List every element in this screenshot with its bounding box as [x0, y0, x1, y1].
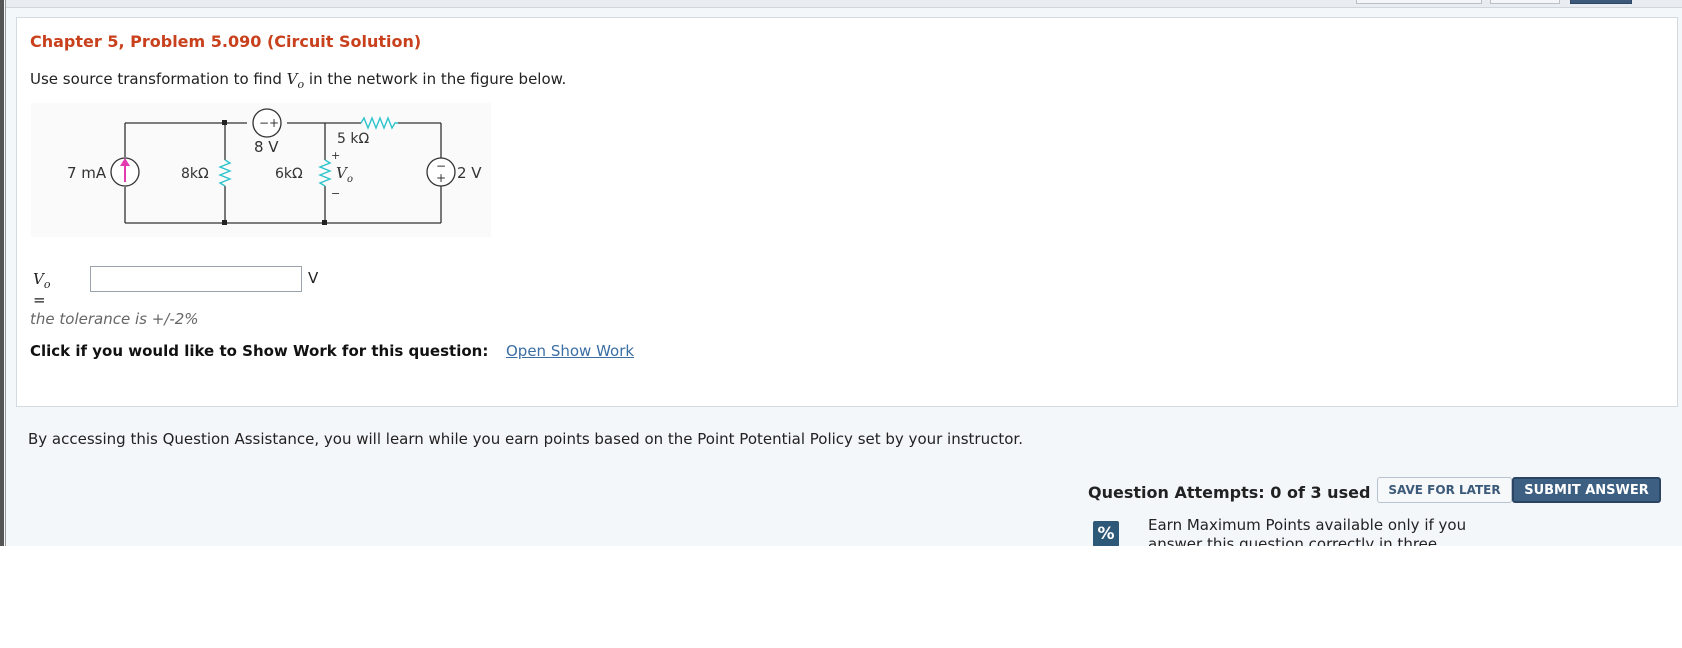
toolbar-control[interactable] [1490, 0, 1560, 4]
svg-text:+: + [436, 171, 446, 185]
open-show-work-link[interactable]: Open Show Work [506, 342, 634, 360]
answer-unit: V [308, 269, 319, 287]
problem-title: Chapter 5, Problem 5.090 (Circuit Soluti… [30, 32, 422, 51]
circuit-figure: − + − + 7 mA 8kΩ 8 V 6kΩ 5 kΩ + V o − 2 … [31, 103, 491, 237]
answer-label-equals: = [33, 291, 46, 309]
circuit-diagram: − + − + 7 mA 8kΩ 8 V 6kΩ 5 kΩ + V o − 2 … [67, 108, 482, 225]
left-rail [0, 0, 4, 546]
percent-icon: % [1093, 521, 1119, 546]
prompt-variable: V [286, 70, 298, 88]
label-vo-plus: + [331, 149, 340, 162]
answer-label-var: V [33, 270, 44, 288]
resistor-6k-symbol [318, 159, 332, 187]
answer-label: Vo = [33, 270, 50, 309]
svg-text:−: − [259, 116, 269, 130]
label-voltage-right: 2 V [457, 164, 482, 182]
label-vo-sub: o [347, 174, 353, 185]
question-panel: Chapter 5, Problem 5.090 (Circuit Soluti… [16, 17, 1678, 407]
label-current-source: 7 mA [67, 164, 107, 182]
prompt-text-end: in the network in the figure below. [304, 70, 567, 88]
label-r1: 8kΩ [181, 166, 209, 182]
resistor-8k-symbol [218, 159, 232, 187]
toolbar-control[interactable] [1356, 0, 1482, 4]
vo-answer-input[interactable] [90, 266, 302, 292]
svg-text:+: + [269, 116, 279, 130]
answer-label-sub: o [43, 278, 51, 291]
submit-answer-button[interactable]: SUBMIT ANSWER [1512, 477, 1661, 503]
resistor-5k-symbol [360, 116, 398, 130]
save-for-later-button[interactable]: SAVE FOR LATER [1377, 477, 1512, 503]
label-r2: 6kΩ [275, 166, 303, 182]
tolerance-note: the tolerance is +/-2% [30, 310, 199, 328]
problem-prompt: Use source transformation to find Vo in … [30, 70, 566, 91]
question-viewport: Chapter 5, Problem 5.090 (Circuit Soluti… [0, 0, 1682, 546]
top-toolbar-strip [6, 0, 1682, 8]
prompt-text: Use source transformation to find [30, 70, 287, 88]
label-r3: 5 kΩ [337, 131, 369, 147]
toolbar-control[interactable] [1570, 0, 1632, 4]
label-vo-minus: − [331, 187, 340, 200]
earn-max-points-note: Earn Maximum Points available only if yo… [1148, 516, 1467, 546]
label-voltage-top: 8 V [254, 138, 279, 156]
assistance-note: By accessing this Question Assistance, y… [28, 430, 1023, 448]
question-attempts: Question Attempts: 0 of 3 used [1088, 483, 1371, 502]
show-work-prompt: Click if you would like to Show Work for… [30, 342, 489, 360]
left-rail-border [5, 0, 6, 546]
